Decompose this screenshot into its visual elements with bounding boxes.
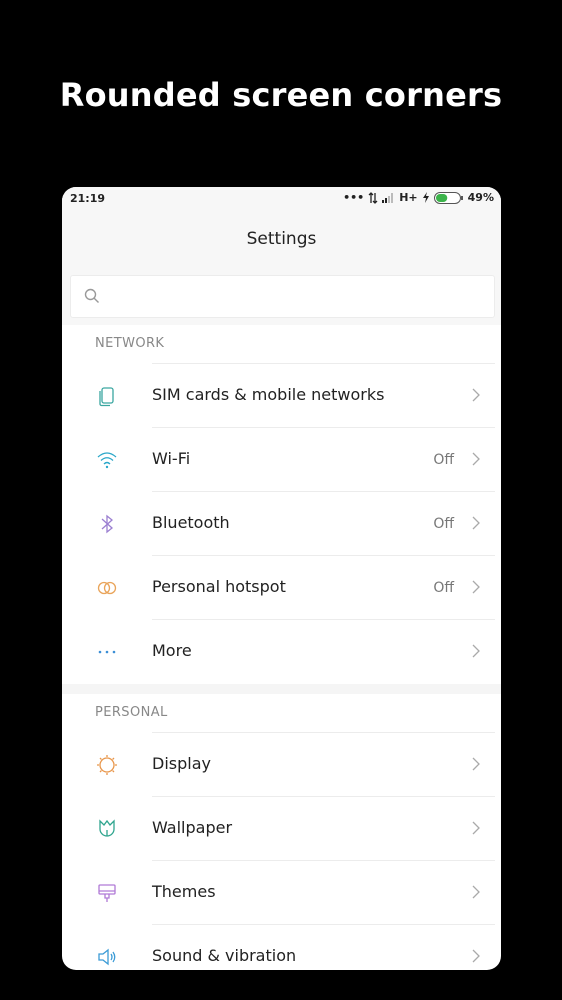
phone-screen: 21:19 ••• H+ 49% Settings NETWORK SIM ca… (62, 187, 501, 970)
charging-bolt-icon (422, 192, 429, 203)
section-header-network: NETWORK (95, 336, 165, 351)
settings-item-display[interactable]: Display (62, 733, 501, 797)
wifi-icon (97, 452, 117, 469)
bluetooth-icon (101, 514, 114, 534)
more-dots-icon (98, 650, 116, 654)
settings-item-hotspot[interactable]: Personal hotspot Off (62, 556, 501, 620)
settings-item-themes[interactable]: Themes (62, 861, 501, 925)
chevron-right-icon (472, 388, 480, 402)
chevron-right-icon (472, 757, 480, 771)
display-sun-icon (97, 755, 117, 775)
chevron-right-icon (472, 516, 480, 530)
settings-item-wallpaper[interactable]: Wallpaper (62, 797, 501, 861)
chevron-right-icon (472, 949, 480, 963)
item-label: Sound & vibration (152, 946, 297, 965)
title-bar: Settings (62, 211, 501, 275)
item-label: Bluetooth (152, 513, 230, 532)
settings-item-bluetooth[interactable]: Bluetooth Off (62, 492, 501, 556)
notification-dots-icon: ••• (343, 191, 365, 204)
item-label: More (152, 641, 192, 660)
headline: Rounded screen corners (59, 76, 503, 114)
item-label: SIM cards & mobile networks (152, 385, 385, 404)
battery-icon (433, 191, 463, 204)
status-bar: 21:19 ••• H+ 49% (62, 187, 501, 211)
battery-percent: 49% (467, 191, 494, 204)
sim-card-icon (99, 387, 114, 407)
item-label: Themes (152, 882, 216, 901)
speaker-icon (98, 948, 116, 966)
section-gap (62, 684, 501, 694)
item-value: Off (433, 452, 454, 468)
wallpaper-tulip-icon (99, 819, 115, 837)
chevron-right-icon (472, 452, 480, 466)
chevron-right-icon (472, 885, 480, 899)
search-input[interactable] (70, 275, 495, 318)
chevron-right-icon (472, 644, 480, 658)
network-type: H+ (399, 191, 418, 204)
settings-item-sim-cards[interactable]: SIM cards & mobile networks (62, 364, 501, 428)
settings-item-more[interactable]: More (62, 620, 501, 684)
chevron-right-icon (472, 580, 480, 594)
chevron-right-icon (472, 821, 480, 835)
page-title: Settings (246, 229, 317, 249)
search-area (62, 275, 501, 325)
item-value: Off (433, 580, 454, 596)
item-label: Display (152, 754, 211, 773)
item-label: Wi-Fi (152, 449, 191, 468)
status-time: 21:19 (70, 192, 106, 205)
signal-icon (382, 193, 394, 203)
item-label: Wallpaper (152, 818, 233, 837)
item-value: Off (433, 516, 454, 532)
section-header-personal: PERSONAL (95, 705, 168, 720)
search-icon (84, 288, 99, 303)
hotspot-icon (97, 581, 117, 595)
settings-item-wifi[interactable]: Wi-Fi Off (62, 428, 501, 492)
themes-brush-icon (98, 884, 116, 902)
item-label: Personal hotspot (152, 577, 286, 596)
settings-item-sound[interactable]: Sound & vibration (62, 925, 501, 970)
data-transfer-icon (368, 191, 378, 204)
status-icons: ••• H+ 49% (343, 191, 494, 204)
